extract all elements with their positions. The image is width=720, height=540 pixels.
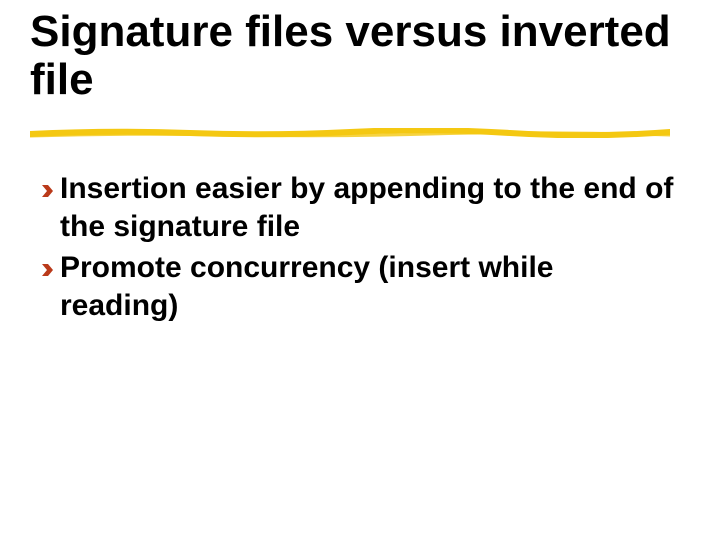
slide: Signature files versus inverted file Ins… bbox=[0, 0, 720, 540]
title-block: Signature files versus inverted file bbox=[30, 8, 690, 103]
title-underline bbox=[30, 128, 670, 138]
body-block: Insertion easier by appending to the end… bbox=[40, 170, 680, 328]
slide-title: Signature files versus inverted file bbox=[30, 8, 690, 103]
bullet-text: Promote concurrency (insert while readin… bbox=[60, 249, 680, 324]
list-item: Promote concurrency (insert while readin… bbox=[40, 249, 680, 324]
bullet-icon bbox=[40, 170, 60, 206]
bullet-icon bbox=[40, 249, 60, 285]
list-item: Insertion easier by appending to the end… bbox=[40, 170, 680, 245]
bullet-text: Insertion easier by appending to the end… bbox=[60, 170, 680, 245]
